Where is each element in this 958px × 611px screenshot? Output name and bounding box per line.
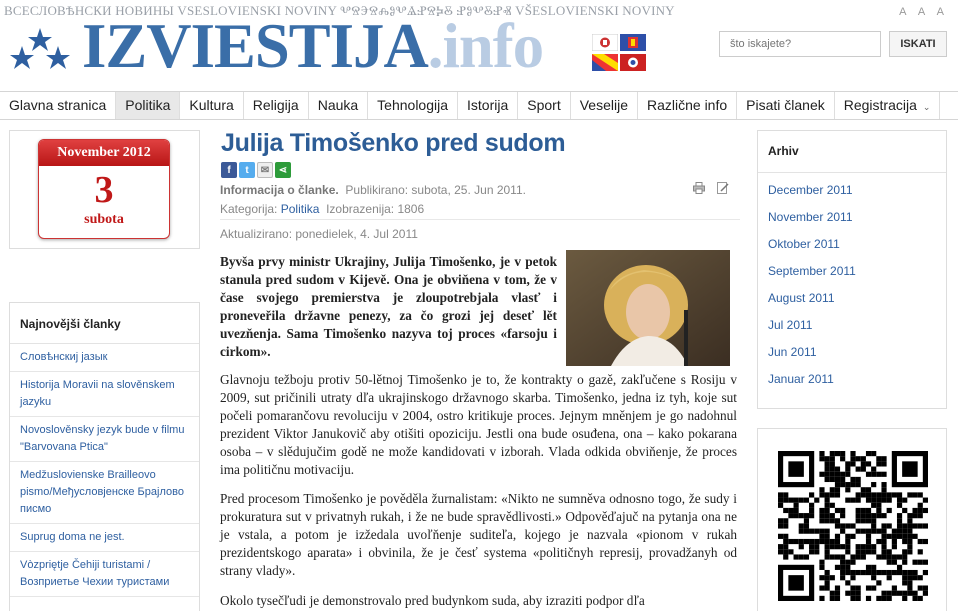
qr-code-panel bbox=[757, 428, 947, 611]
archive-month-link[interactable]: Oktober 2011 bbox=[758, 231, 946, 258]
print-icon[interactable] bbox=[693, 182, 705, 194]
nav-item[interactable]: Različne info bbox=[638, 92, 738, 119]
category-link[interactable]: Politika bbox=[281, 202, 320, 216]
article-photo bbox=[566, 250, 730, 366]
nav-item[interactable]: Religija bbox=[244, 92, 309, 119]
nav-item-label: Religija bbox=[252, 97, 299, 113]
article-lead: Byvša prvy ministr Ukrajiny, Julija Timo… bbox=[220, 254, 557, 359]
font-size-controls: A A A bbox=[890, 6, 944, 18]
article-paragraph: Okolo tysečľudi je demonstrovalo pred bu… bbox=[220, 593, 645, 608]
archive-month-link[interactable]: Jun 2011 bbox=[758, 339, 946, 366]
latest-article-link[interactable]: Vòzpriętje Čehiji turistami / Возприетье… bbox=[10, 552, 199, 597]
search-button[interactable]: ISKATI bbox=[889, 31, 947, 57]
share-bar: f t ✉ ⋖ bbox=[221, 162, 291, 178]
nav-item-label: Kultura bbox=[189, 97, 234, 113]
latest-articles-heading: Najnovějši članky bbox=[10, 303, 199, 344]
meta-divider bbox=[220, 219, 740, 220]
nav-item[interactable]: Registracija ⌄ bbox=[835, 92, 941, 119]
qr-code bbox=[778, 451, 928, 601]
nav-item-label: Registracija bbox=[843, 97, 917, 113]
article-published: Publikirano: subota, 25. Jun 2011. bbox=[345, 183, 526, 197]
nav-item-label: Istorija bbox=[467, 97, 509, 113]
nav-item[interactable]: Veselije bbox=[571, 92, 638, 119]
logo-suffix-text: .info bbox=[427, 10, 544, 81]
main-navigation: Glavna stranica Politika Kultura Religija Na… bbox=[0, 91, 958, 120]
font-size-large-button[interactable]: A bbox=[937, 6, 944, 18]
flag-icon[interactable] bbox=[592, 54, 618, 71]
flag-icon[interactable] bbox=[620, 54, 646, 71]
calendar-weekday: subota bbox=[84, 212, 124, 227]
site-logo[interactable]: IZVIESTIJA.info bbox=[82, 14, 544, 78]
archive-list: December 2011 November 2011 Oktober 2011 Se… bbox=[758, 173, 946, 393]
category-label: Kategorija: bbox=[220, 202, 278, 216]
latest-article-link[interactable]: Suprug doma ne jest. bbox=[10, 524, 199, 552]
archive-month-link[interactable]: August 2011 bbox=[758, 285, 946, 312]
article-title[interactable]: Julija Timošenko pred sudom bbox=[221, 129, 566, 158]
archive-month-link[interactable]: November 2011 bbox=[758, 204, 946, 231]
nav-item-label: Glavna stranica bbox=[9, 97, 107, 113]
flag-icon[interactable] bbox=[620, 34, 646, 51]
font-size-small-button[interactable]: A bbox=[899, 6, 906, 18]
nav-item[interactable]: Politika bbox=[116, 92, 181, 119]
calendar-date: November 2012 3 subota bbox=[38, 139, 170, 239]
email-icon[interactable]: ✉ bbox=[257, 162, 273, 178]
nav-item-label: Nauka bbox=[317, 97, 359, 113]
logo-main-text: IZVIESTIJA bbox=[82, 10, 429, 81]
article-updated: Aktualizirano: ponedielek, 4. Jul 2011 bbox=[220, 227, 418, 241]
latest-articles-list: Словѣнскиј јазык Historija Moravii na slo… bbox=[10, 344, 199, 597]
calendar-widget: November 2012 3 subota bbox=[9, 130, 200, 249]
archive-month-link[interactable]: Jul 2011 bbox=[758, 312, 946, 339]
archive-heading: Arhiv bbox=[758, 131, 946, 173]
nav-item-label: Politika bbox=[125, 97, 171, 113]
language-flags bbox=[592, 34, 648, 74]
article-category-line: Kategorija: Politika Izobrazenija: 1806 bbox=[220, 202, 424, 216]
archive-month-link[interactable]: Januar 2011 bbox=[758, 366, 946, 393]
article-info-label: Informacija o članke. bbox=[220, 183, 339, 197]
latest-articles-panel: Najnovějši članky Словѣнскиј јазык Histor… bbox=[9, 302, 200, 611]
nav-item[interactable]: Istorija bbox=[458, 92, 519, 119]
share-icon[interactable]: ⋖ bbox=[275, 162, 291, 178]
nav-item-label: Različne info bbox=[646, 97, 728, 113]
article-info-line: Informacija o članke. Publikirano: subot… bbox=[220, 183, 526, 197]
nav-item[interactable]: Glavna stranica bbox=[0, 92, 117, 119]
latest-article-link[interactable]: Historija Moravii na slověnskem jazyku bbox=[10, 372, 199, 417]
nav-item[interactable]: Pisati članek bbox=[737, 92, 835, 119]
article-tools bbox=[693, 182, 729, 194]
nav-item[interactable]: Nauka bbox=[309, 92, 369, 119]
search-input[interactable] bbox=[719, 31, 881, 57]
archive-panel: Arhiv December 2011 November 2011 Oktober … bbox=[757, 130, 947, 409]
nav-item[interactable]: Tehnologija bbox=[368, 92, 459, 119]
facebook-icon[interactable]: f bbox=[221, 162, 237, 178]
archive-month-link[interactable]: December 2011 bbox=[758, 177, 946, 204]
edit-icon[interactable] bbox=[717, 182, 729, 194]
nav-item[interactable]: Sport bbox=[518, 92, 571, 119]
nav-item-label: Veselije bbox=[579, 97, 628, 113]
flag-icon[interactable] bbox=[592, 34, 618, 51]
nav-item-label: Tehnologija bbox=[377, 97, 449, 113]
page: ВСЕСЛОВѢНСКИ НОВИНЫ VSESLOVIENSKI NOVINY… bbox=[0, 0, 958, 611]
stars-logo-icon bbox=[10, 28, 70, 69]
calendar-day: 3 bbox=[94, 169, 114, 211]
archive-month-link[interactable]: September 2011 bbox=[758, 258, 946, 285]
nav-item[interactable]: Kultura bbox=[180, 92, 244, 119]
latest-article-link[interactable]: Словѣнскиј јазык bbox=[10, 344, 199, 372]
twitter-icon[interactable]: t bbox=[239, 162, 255, 178]
article-views: Izobrazenija: 1806 bbox=[326, 202, 425, 216]
chevron-down-icon: ⌄ bbox=[922, 102, 931, 112]
calendar-month: November 2012 bbox=[39, 140, 169, 166]
nav-item-label: Pisati članek bbox=[746, 97, 825, 113]
latest-article-link[interactable]: Novoslověnsky jezyk bude v filmu "Barvov… bbox=[10, 417, 199, 462]
article-paragraph: Pred procesom Timošenko je pověděla žurn… bbox=[220, 491, 737, 578]
font-size-medium-button[interactable]: A bbox=[918, 6, 925, 18]
nav-item-label: Sport bbox=[527, 97, 561, 113]
latest-article-link[interactable]: Medžuslovienske Brailleovo pismo/Међусло… bbox=[10, 462, 199, 524]
article-paragraph: Glavnoju težboju protiv 50-lětnoj Timoše… bbox=[220, 372, 737, 477]
